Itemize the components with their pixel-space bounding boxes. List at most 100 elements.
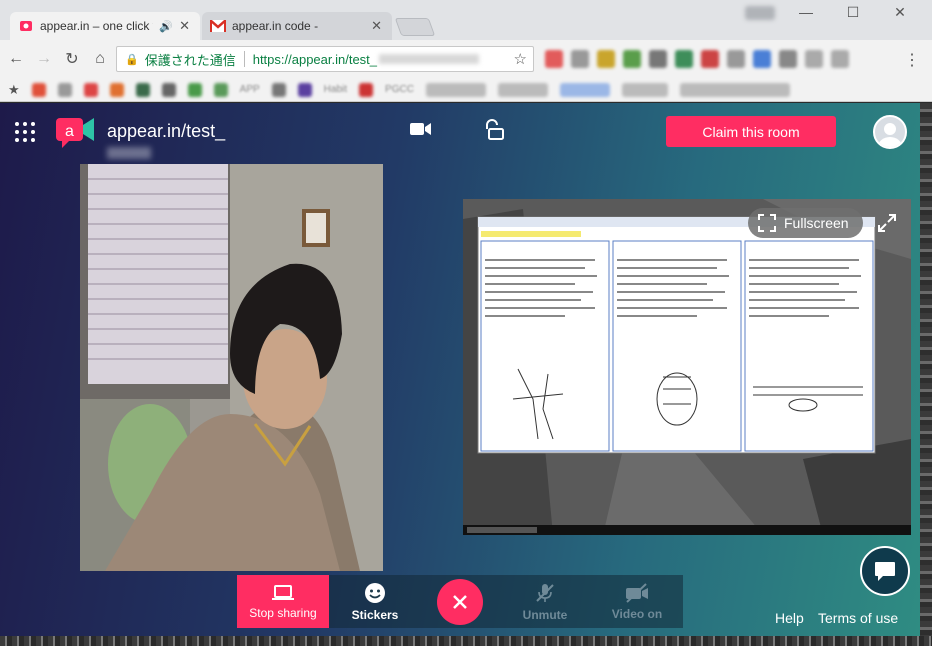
extension-icon[interactable] [831, 50, 849, 68]
bookmark-habit[interactable]: Habit [324, 84, 347, 95]
video-on-button[interactable]: Video on [591, 575, 683, 628]
bookmark-item[interactable] [187, 82, 202, 97]
svg-text:a: a [65, 123, 74, 140]
bookmark-item[interactable] [135, 82, 150, 97]
browser-tabstrip: appear.in – one click v 🔊 ✕ appear.in co… [0, 0, 932, 40]
chat-button[interactable] [860, 546, 910, 596]
room-name[interactable]: appear.in/test_ [107, 121, 265, 166]
stickers-label: Stickers [351, 607, 399, 622]
stop-sharing-label: Stop sharing [249, 605, 317, 620]
extension-icon[interactable] [727, 50, 745, 68]
extension-icon[interactable] [805, 50, 823, 68]
bookmarks-bar: ★ APP Habit PGCC [0, 78, 932, 102]
bookmark-star-icon[interactable]: ☆ [514, 50, 527, 68]
close-tab-icon[interactable]: ✕ [179, 18, 190, 34]
call-controls: Stop sharing Stickers Unmute Video on [237, 575, 683, 628]
extension-icon[interactable] [701, 50, 719, 68]
leave-call-button[interactable] [421, 575, 499, 628]
bookmark-item[interactable] [621, 82, 668, 97]
forward-icon[interactable]: → [30, 50, 58, 68]
smiley-icon [365, 582, 385, 603]
bookmark-item[interactable] [271, 82, 286, 97]
speaker-icon[interactable]: 🔊 [159, 20, 173, 33]
bookmark-item[interactable] [161, 82, 176, 97]
unmute-button[interactable]: Unmute [499, 575, 591, 628]
extension-icon[interactable] [649, 50, 667, 68]
camera-icon[interactable] [410, 122, 432, 136]
extension-icon[interactable] [545, 50, 563, 68]
bookmark-item[interactable] [359, 82, 374, 97]
unmute-label: Unmute [522, 607, 568, 622]
tab-appear-in[interactable]: appear.in – one click v 🔊 ✕ [10, 12, 200, 40]
url-redacted [379, 54, 480, 64]
apps-grid-icon[interactable] [15, 122, 35, 142]
home-icon[interactable]: ⌂ [86, 50, 114, 68]
desktop-background [920, 103, 932, 646]
close-tab-icon[interactable]: ✕ [371, 18, 382, 34]
video-on-label: Video on [611, 606, 663, 621]
tab-title: appear.in – one click v [40, 19, 154, 33]
new-tab-button[interactable] [394, 18, 436, 36]
room-name-redacted [107, 147, 151, 160]
close-icon [437, 578, 483, 625]
video-room: a appear.in/test_ Claim this room Fullsc… [0, 103, 920, 636]
maximize-button[interactable]: ☐ [833, 4, 873, 21]
bookmark-item[interactable] [57, 82, 72, 97]
expand-icon[interactable] [877, 213, 897, 233]
chat-bubble-icon [875, 562, 895, 581]
close-window-button[interactable]: ✕ [880, 4, 920, 21]
secure-connection-label: 保護された通信 [144, 52, 236, 68]
extension-icon[interactable] [571, 50, 589, 68]
muted-microphone-icon [536, 583, 554, 602]
bookmark-item[interactable] [679, 82, 790, 97]
help-link[interactable]: Help [775, 610, 804, 626]
fullscreen-corners-icon [758, 214, 776, 232]
appear-in-logo-icon[interactable]: a [56, 115, 96, 149]
desktop-background [0, 636, 932, 646]
claim-room-button[interactable]: Claim this room [666, 116, 836, 147]
bookmark-item[interactable] [83, 82, 98, 97]
local-video-frame [80, 164, 383, 571]
browser-toolbar: ← → ↻ ⌂ 🔒 保護された通信 https://appear.in/test… [0, 40, 932, 78]
local-video [80, 164, 383, 571]
stop-sharing-button[interactable]: Stop sharing [237, 575, 329, 628]
stickers-button[interactable]: Stickers [329, 575, 421, 628]
bookmark-pgcc[interactable]: PGCC [385, 84, 414, 95]
tab-title: appear.in code - [232, 19, 319, 33]
back-icon[interactable]: ← [2, 50, 30, 68]
extension-icon[interactable] [779, 50, 797, 68]
laptop-icon [272, 584, 294, 600]
minimize-button[interactable]: — [786, 4, 826, 20]
unlocked-icon[interactable] [486, 119, 506, 141]
bookmark-item[interactable] [31, 82, 46, 97]
bookmark-item[interactable] [559, 82, 610, 97]
user-avatar-icon[interactable] [873, 115, 907, 149]
reload-icon[interactable]: ↻ [58, 49, 86, 69]
bookmark-app[interactable]: APP [240, 84, 260, 95]
shared-screen-frame [463, 199, 911, 535]
bookmark-star-icon[interactable]: ★ [8, 82, 20, 98]
room-name-text: appear.in/test_ [107, 121, 226, 141]
bookmark-item[interactable] [109, 82, 124, 97]
gmail-favicon-icon [210, 18, 226, 34]
terms-of-use-link[interactable]: Terms of use [818, 610, 898, 626]
tab-gmail[interactable]: appear.in code - ✕ [202, 12, 392, 40]
divider [243, 51, 245, 67]
appear-in-favicon-icon [18, 18, 34, 34]
bookmark-item[interactable] [425, 82, 486, 97]
fullscreen-label: Fullscreen [784, 215, 849, 231]
video-off-icon [626, 582, 648, 603]
browser-menu-icon[interactable]: ⋮ [904, 50, 920, 70]
bookmark-item[interactable] [497, 82, 548, 97]
fullscreen-button[interactable]: Fullscreen [748, 208, 863, 238]
extension-icon[interactable] [675, 50, 693, 68]
extension-icon[interactable] [623, 50, 641, 68]
extension-icons [545, 50, 849, 68]
bookmark-item[interactable] [297, 82, 312, 97]
secure-lock-icon: 🔒 [125, 53, 139, 66]
bookmark-item[interactable] [213, 82, 228, 97]
profile-name-redacted [745, 6, 775, 20]
extension-icon[interactable] [753, 50, 771, 68]
extension-icon[interactable] [597, 50, 615, 68]
address-bar[interactable]: 🔒 保護された通信 https://appear.in/test_ ☆ [116, 46, 534, 72]
